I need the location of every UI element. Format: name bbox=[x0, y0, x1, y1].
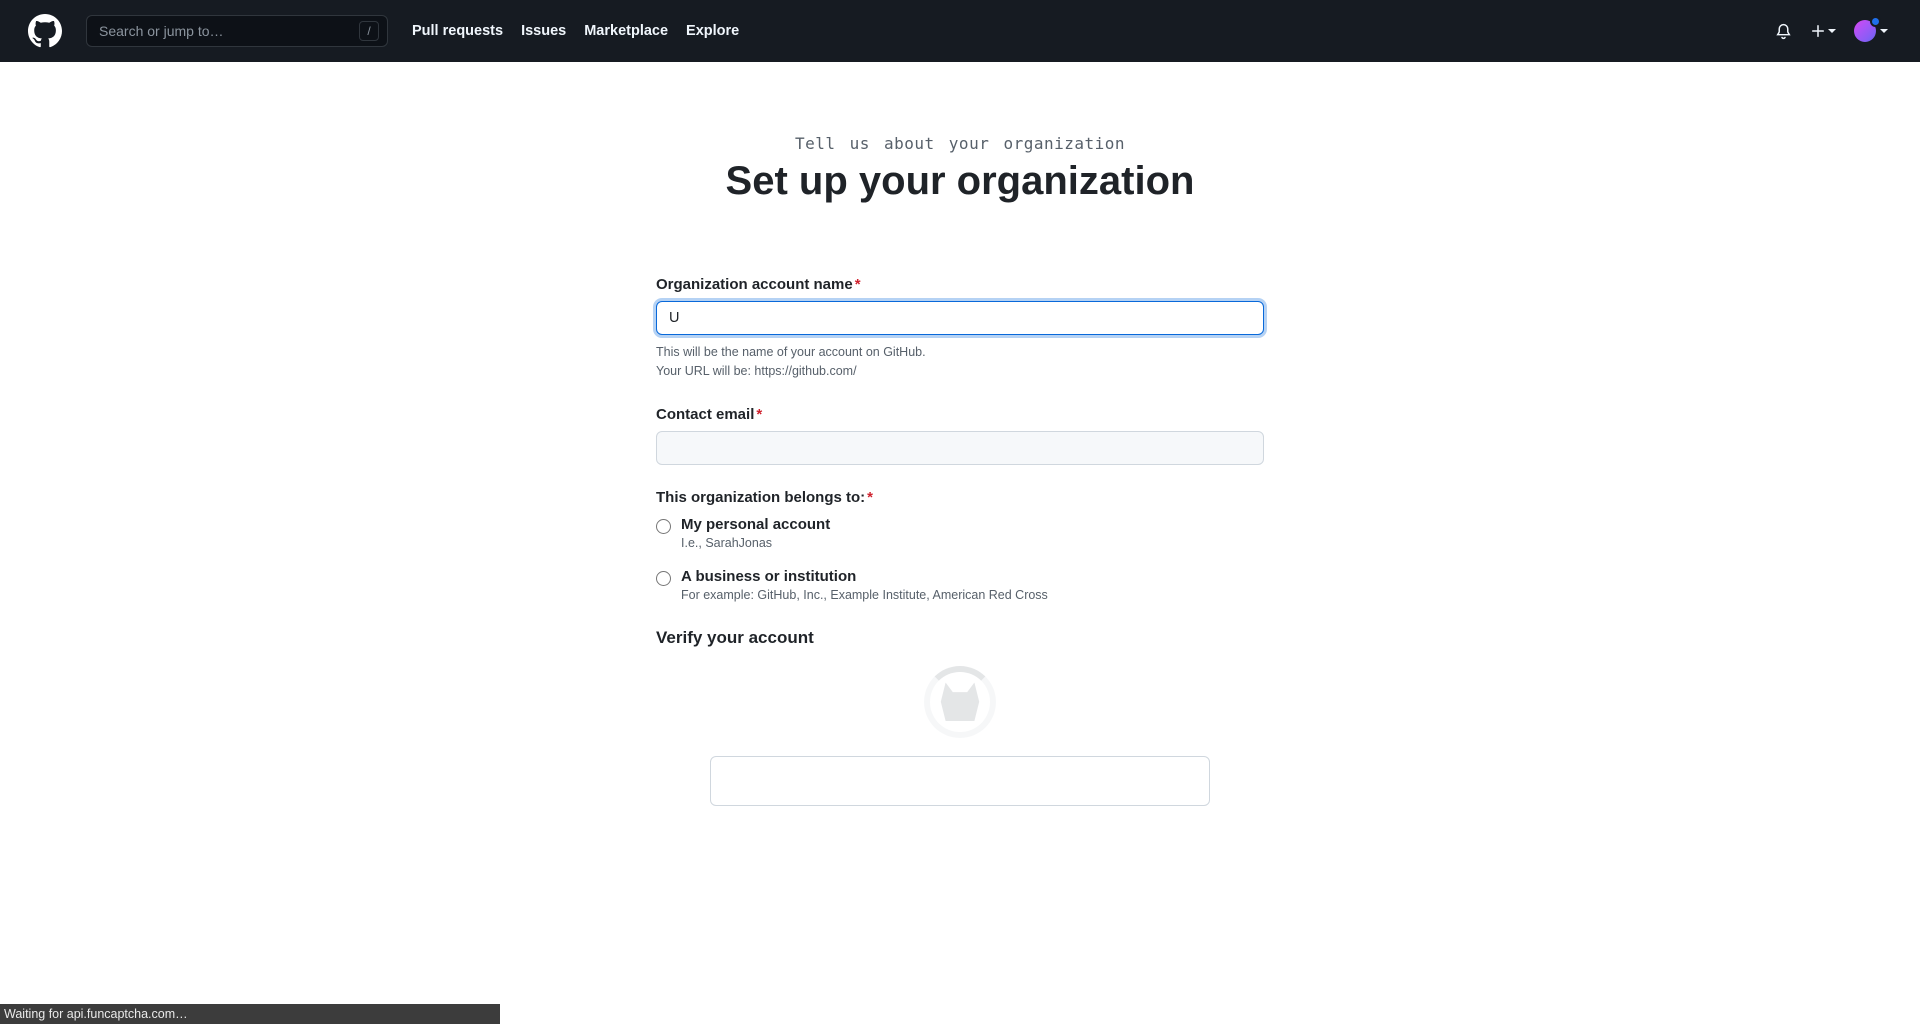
notifications-button[interactable] bbox=[1775, 23, 1792, 40]
contact-email-input[interactable] bbox=[656, 431, 1264, 465]
option-personal-sub: I.e., SarahJonas bbox=[681, 536, 830, 550]
search-input[interactable] bbox=[99, 23, 359, 39]
field-belongs-to: This organization belongs to:* My person… bbox=[656, 489, 1264, 602]
field-org-name: Organization account name* This will be … bbox=[656, 276, 1264, 382]
required-marker: * bbox=[867, 489, 873, 506]
avatar bbox=[1854, 20, 1876, 42]
org-name-hint: This will be the name of your account on… bbox=[656, 343, 1264, 382]
org-name-input[interactable] bbox=[656, 301, 1264, 335]
nav-explore[interactable]: Explore bbox=[686, 23, 739, 39]
required-marker: * bbox=[855, 276, 861, 293]
option-personal-account[interactable]: My personal account I.e., SarahJonas bbox=[656, 516, 1264, 550]
slash-hotkey-hint: / bbox=[359, 21, 379, 41]
radio-personal[interactable] bbox=[656, 519, 671, 534]
create-new-menu[interactable] bbox=[1810, 23, 1836, 39]
org-name-label: Organization account name* bbox=[656, 276, 1264, 293]
org-setup-form: Organization account name* This will be … bbox=[656, 276, 1264, 806]
page-title: Set up your organization bbox=[610, 159, 1310, 204]
required-marker: * bbox=[756, 406, 762, 423]
browser-status-bar: Waiting for api.funcaptcha.com… bbox=[0, 1004, 500, 1024]
page-subtitle: Tell us about your organization bbox=[610, 134, 1310, 153]
global-search[interactable]: / bbox=[86, 15, 388, 47]
belongs-to-options: My personal account I.e., SarahJonas A b… bbox=[656, 516, 1264, 602]
nav-issues[interactable]: Issues bbox=[521, 23, 566, 39]
nav-pull-requests[interactable]: Pull requests bbox=[412, 23, 503, 39]
option-business[interactable]: A business or institution For example: G… bbox=[656, 568, 1264, 602]
user-menu[interactable] bbox=[1854, 20, 1888, 42]
verify-loading-icon bbox=[924, 666, 996, 738]
chevron-down-icon bbox=[1828, 29, 1836, 33]
status-indicator-icon bbox=[1870, 16, 1881, 27]
belongs-to-label: This organization belongs to:* bbox=[656, 489, 1264, 506]
primary-nav: Pull requests Issues Marketplace Explore bbox=[412, 23, 739, 39]
global-header: / Pull requests Issues Marketplace Explo… bbox=[0, 0, 1920, 62]
option-business-sub: For example: GitHub, Inc., Example Insti… bbox=[681, 588, 1048, 602]
verify-account-heading: Verify your account bbox=[656, 628, 1264, 648]
header-actions bbox=[1775, 20, 1888, 42]
github-logo[interactable] bbox=[28, 14, 62, 48]
main-content: Tell us about your organization Set up y… bbox=[610, 62, 1310, 806]
chevron-down-icon bbox=[1880, 29, 1888, 33]
contact-email-label: Contact email* bbox=[656, 406, 1264, 423]
option-personal-label: My personal account bbox=[681, 516, 830, 533]
nav-marketplace[interactable]: Marketplace bbox=[584, 23, 668, 39]
captcha-container[interactable] bbox=[710, 756, 1210, 806]
radio-business[interactable] bbox=[656, 571, 671, 586]
option-business-label: A business or institution bbox=[681, 568, 1048, 585]
field-contact-email: Contact email* bbox=[656, 406, 1264, 465]
